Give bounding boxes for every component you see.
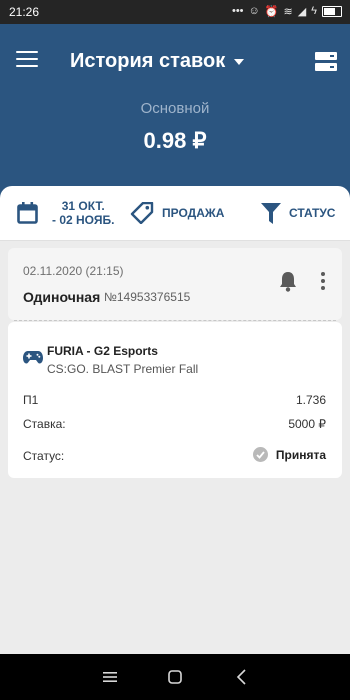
filter-icon	[261, 202, 281, 224]
battery-icon	[322, 6, 342, 17]
outcome-label: П1	[23, 393, 39, 407]
caret-down-icon	[234, 58, 245, 65]
status-filter[interactable]: СТАТУС	[261, 186, 335, 240]
league-name: CS:GO. BLAST Premier Fall	[47, 362, 199, 376]
event-name: FURIA - G2 Esports	[47, 344, 158, 358]
sale-label: ПРОДАЖА	[162, 206, 225, 220]
date-range-label: 31 ОКТ. - 02 НОЯБ.	[52, 199, 114, 227]
face-icon: ☺	[248, 5, 260, 17]
system-nav-bar	[0, 654, 350, 700]
tag-icon	[130, 202, 154, 224]
date-range-from: 31 ОКТ.	[61, 199, 105, 213]
status-value: Принята	[275, 447, 326, 462]
alarm-icon: ⏰	[264, 6, 279, 18]
app-header: История ставок Основной 0.98 ₽	[0, 24, 350, 202]
calendar-icon	[17, 202, 38, 224]
back-icon[interactable]	[233, 668, 251, 686]
dots-icon: •••	[231, 5, 244, 17]
filter-bar: 31 ОКТ. - 02 НОЯБ. ПРОДАЖА СТАТУС	[0, 186, 350, 241]
status-time: 21:26	[9, 5, 40, 19]
page-title: История ставок	[70, 50, 226, 72]
account-label: Основной	[140, 100, 210, 117]
bet-card-header[interactable]: 02.11.2020 (21:15) Одиночная №1495337651…	[8, 248, 342, 320]
status-bar: 21:26 ••• ☺ ⏰ ≋ ◢ ϟ	[0, 0, 350, 24]
signal-icon: ◢	[297, 6, 307, 18]
list-view-icon[interactable]	[315, 52, 337, 72]
date-range-to: - 02 НОЯБ.	[52, 213, 115, 227]
bet-number: №14953376515	[104, 290, 191, 304]
status-label: СТАТУС	[289, 206, 336, 220]
status-value-group: Принята	[252, 447, 326, 462]
home-icon[interactable]	[166, 668, 184, 686]
bet-type: Одиночная	[23, 289, 101, 305]
bet-card-details: FURIA - G2 Esports CS:GO. BLAST Premier …	[8, 322, 342, 478]
wifi-icon: ≋	[283, 6, 293, 18]
status-icons: ••• ☺ ⏰ ≋ ◢ ϟ	[232, 5, 342, 18]
status-row-label: Статус:	[23, 449, 65, 463]
menu-icon[interactable]	[16, 51, 38, 69]
check-icon	[252, 447, 268, 462]
gamepad-icon	[23, 351, 43, 364]
stake-value: 5000 ₽	[288, 417, 326, 431]
bolt-icon: ϟ	[311, 5, 317, 17]
balance-value: 0.98 ₽	[143, 128, 207, 153]
sale-filter[interactable]: ПРОДАЖА	[130, 186, 224, 240]
title-dropdown[interactable]: История ставок	[70, 50, 245, 73]
coefficient-value: 1.736	[295, 393, 326, 407]
more-options-icon[interactable]	[315, 272, 331, 292]
bell-icon[interactable]	[278, 270, 298, 292]
divider	[14, 320, 336, 321]
bet-datetime: 02.11.2020 (21:15)	[23, 264, 124, 278]
stake-label: Ставка:	[23, 417, 66, 431]
recents-icon[interactable]	[101, 668, 119, 686]
date-range-filter[interactable]: 31 ОКТ. - 02 НОЯБ.	[17, 186, 114, 240]
